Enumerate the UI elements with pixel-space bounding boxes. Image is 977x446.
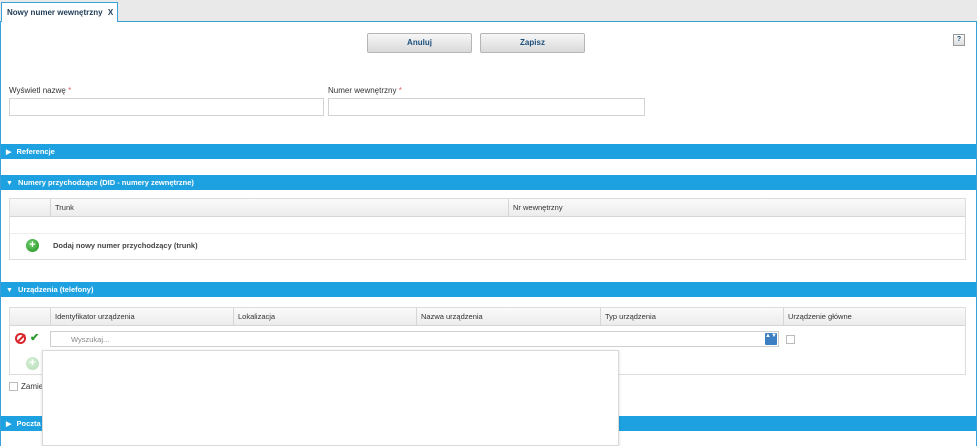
required-mark: * bbox=[68, 86, 72, 95]
device-search-combobox[interactable]: Wyszukaj... ▲▼ bbox=[50, 331, 779, 347]
column-device-type[interactable]: Typ urządzenia bbox=[600, 308, 783, 326]
section-incoming-numbers[interactable]: ▼ Numery przychodzące (DID - numery zewn… bbox=[1, 175, 976, 190]
column-primary-device[interactable]: Urządzenie główne bbox=[783, 308, 966, 326]
incoming-grid-header: Trunk Nr wewnętrzny bbox=[10, 199, 965, 217]
cancel-row-icon[interactable] bbox=[15, 333, 26, 344]
tab-close-icon[interactable]: X bbox=[108, 8, 113, 17]
replace-label: Zamie bbox=[21, 382, 44, 391]
add-device-plus-icon[interactable]: + bbox=[26, 357, 39, 370]
collapse-arrow-icon: ▼ bbox=[6, 180, 13, 187]
expand-arrow-icon: ▶ bbox=[6, 421, 12, 428]
device-search-dropdown[interactable] bbox=[42, 350, 619, 446]
column-location[interactable]: Lokalizacja bbox=[233, 308, 416, 326]
expand-arrow-icon: ▶ bbox=[6, 149, 12, 156]
save-button[interactable]: Zapisz bbox=[480, 33, 585, 53]
cancel-button[interactable]: Anuluj bbox=[367, 33, 472, 53]
display-name-input[interactable] bbox=[9, 98, 324, 116]
section-devices[interactable]: ▼ Urządzenia (telefony) bbox=[1, 282, 976, 297]
column-device-name[interactable]: Nazwa urządzenia bbox=[416, 308, 600, 326]
column-trunk[interactable]: Trunk bbox=[50, 199, 510, 217]
extension-label-text: Numer wewnętrzny bbox=[328, 86, 397, 95]
extension-input[interactable] bbox=[328, 98, 645, 116]
tab-new-extension[interactable]: Nowy numer wewnętrzny X bbox=[1, 2, 118, 23]
section-devices-title: Urządzenia (telefony) bbox=[18, 285, 94, 294]
column-extension-number[interactable]: Nr wewnętrzny bbox=[508, 199, 967, 217]
section-mail-title: Poczta bbox=[16, 419, 41, 428]
help-icon[interactable]: ? bbox=[953, 34, 965, 46]
tab-bar: Nowy numer wewnętrzny X bbox=[0, 0, 977, 23]
extension-label: Numer wewnętrzny * bbox=[328, 86, 402, 95]
primary-device-checkbox[interactable] bbox=[786, 335, 795, 344]
column-device-id[interactable]: Identyfikator urządzenia bbox=[50, 308, 233, 326]
device-search-placeholder: Wyszukaj... bbox=[71, 335, 110, 344]
replace-checkbox[interactable] bbox=[9, 382, 18, 391]
section-references-title: Referencje bbox=[16, 147, 55, 156]
incoming-empty-row bbox=[10, 218, 965, 234]
tab-title: Nowy numer wewnętrzny bbox=[7, 8, 103, 17]
spinner-arrows-icon[interactable]: ▲▼ bbox=[765, 333, 777, 345]
section-references[interactable]: ▶ Referencje bbox=[1, 144, 976, 159]
add-plus-icon[interactable]: + bbox=[26, 239, 39, 252]
collapse-arrow-icon: ▼ bbox=[6, 287, 13, 294]
required-mark: * bbox=[398, 86, 402, 95]
add-incoming-number-link[interactable]: Dodaj nowy numer przychodzący (trunk) bbox=[53, 235, 198, 257]
confirm-check-icon[interactable]: ✔ bbox=[30, 331, 39, 344]
incoming-grid: Trunk Nr wewnętrzny + Dodaj nowy numer p… bbox=[9, 198, 966, 260]
display-name-label: Wyświetl nazwę * bbox=[9, 86, 71, 95]
display-name-label-text: Wyświetl nazwę bbox=[9, 86, 66, 95]
devices-grid-header: Identyfikator urządzenia Lokalizacja Naz… bbox=[10, 308, 965, 326]
section-incoming-title: Numery przychodzące (DID - numery zewnęt… bbox=[18, 178, 194, 187]
